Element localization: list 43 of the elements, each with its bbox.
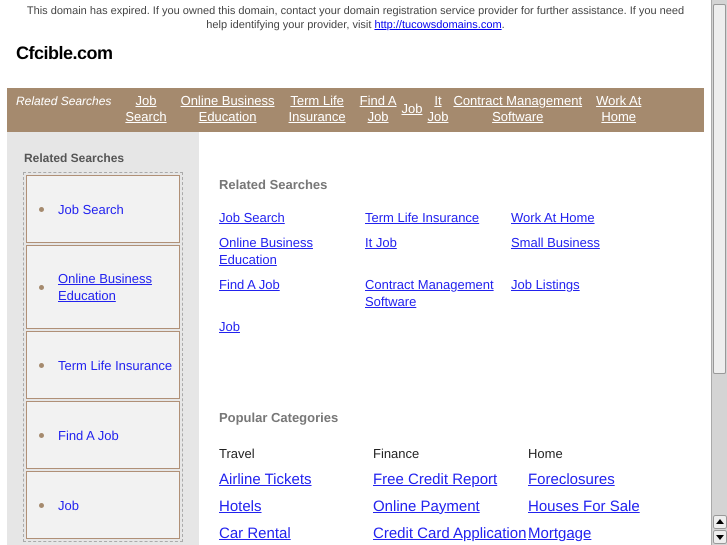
- category-link[interactable]: Houses For Sale: [528, 498, 640, 516]
- bullet-icon: [39, 206, 44, 212]
- sidebar-heading: Related Searches: [23, 150, 126, 167]
- category-link[interactable]: Car Rental: [219, 524, 291, 542]
- related-link[interactable]: Find A Job: [219, 276, 280, 293]
- nav-label: Related Searches: [16, 93, 112, 109]
- related-link[interactable]: Contract Management Software: [365, 276, 494, 310]
- sidebar-link[interactable]: Find A Job: [58, 426, 119, 444]
- related-link[interactable]: Online Business Education: [219, 234, 313, 268]
- category-link[interactable]: Hotels: [219, 498, 262, 516]
- section-heading: Popular Categories: [219, 409, 340, 427]
- expiry-notice: This domain has expired. If you owned this domain, contact your domain registration service provider for further assistance. If you need help identifying your provider, visit http://tucowsdomains.com.: [26, 5, 684, 31]
- related-link[interactable]: Term Life Insurance: [365, 209, 480, 226]
- scroll-down-icon[interactable]: [712, 530, 726, 544]
- related-link[interactable]: It Job: [365, 234, 397, 251]
- category-heading: Travel: [219, 446, 256, 462]
- related-link[interactable]: Job Search: [219, 209, 285, 226]
- related-link[interactable]: Small Business: [511, 234, 600, 251]
- bullet-icon: [39, 284, 44, 290]
- sidebar-link[interactable]: Job: [58, 496, 79, 514]
- category-link[interactable]: Mortgage: [528, 524, 592, 542]
- category-link[interactable]: Airline Tickets: [219, 470, 312, 488]
- link[interactable]: http://tucowsdomains.com: [374, 19, 502, 31]
- sidebar-link[interactable]: Term Life Insurance: [58, 356, 172, 374]
- bullet-icon: [39, 362, 44, 368]
- bullet-icon: [39, 432, 44, 438]
- sidebar-link[interactable]: Job Search: [58, 200, 124, 218]
- category-link[interactable]: Online Payment: [373, 498, 480, 516]
- related-link[interactable]: Job Listings: [511, 276, 580, 293]
- category-link[interactable]: Credit Card Application: [373, 524, 526, 542]
- related-link[interactable]: Work At Home: [511, 209, 595, 226]
- scrollbar[interactable]: [711, 0, 727, 545]
- bullet-icon: [39, 502, 44, 508]
- section-heading: Related Searches: [219, 176, 328, 192]
- category-link[interactable]: Free Credit Report: [373, 470, 498, 488]
- category-heading: Home: [528, 446, 564, 462]
- category-link[interactable]: Foreclosures: [528, 470, 615, 488]
- site-title: Cfcible.com: [16, 42, 113, 65]
- scroll-thumb[interactable]: [713, 4, 726, 374]
- scroll-up-icon[interactable]: [712, 515, 726, 529]
- related-link[interactable]: Job: [219, 318, 240, 335]
- sidebar-link[interactable]: Online Business Education: [58, 270, 152, 304]
- category-heading: Finance: [373, 446, 420, 462]
